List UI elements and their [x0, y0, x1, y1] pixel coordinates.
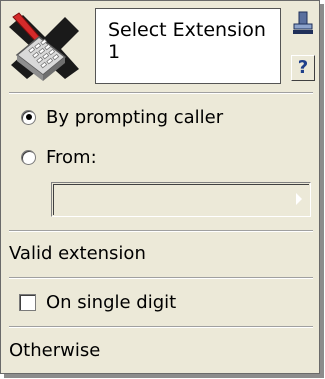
select-extension-node-icon [9, 12, 79, 81]
radio-label: By prompting caller [46, 106, 224, 128]
select-extension-panel: Select Extension 1 ? By prompting caller… [0, 0, 320, 374]
on-single-digit-option[interactable]: On single digit [19, 291, 176, 313]
stamp-icon[interactable] [292, 10, 314, 36]
radio-button-checked[interactable] [21, 109, 36, 125]
from-dropdown[interactable] [51, 182, 311, 217]
node-title-field[interactable]: Select Extension 1 [95, 8, 281, 84]
valid-divider [9, 277, 313, 279]
node-title-line-2: 1 [108, 41, 121, 63]
radio-label: From: [46, 146, 97, 168]
on-single-digit-checkbox[interactable] [19, 293, 36, 311]
radio-from[interactable]: From: [21, 146, 97, 168]
from-dropdown-field [53, 184, 309, 215]
help-button[interactable]: ? [291, 55, 315, 81]
header-divider [9, 92, 313, 94]
node-title-line-1: Select Extension [108, 19, 266, 41]
radio-by-prompting-caller[interactable]: By prompting caller [21, 106, 223, 128]
panel-header: Select Extension 1 ? [1, 1, 319, 87]
valid-extension-label: Valid extension [9, 243, 146, 264]
source-divider [9, 230, 313, 232]
otherwise-label: Otherwise [9, 340, 101, 361]
radio-button[interactable] [21, 149, 36, 165]
on-single-digit-label: On single digit [46, 291, 177, 313]
single-digit-divider [9, 326, 313, 328]
triangle-right-icon[interactable] [296, 193, 302, 205]
